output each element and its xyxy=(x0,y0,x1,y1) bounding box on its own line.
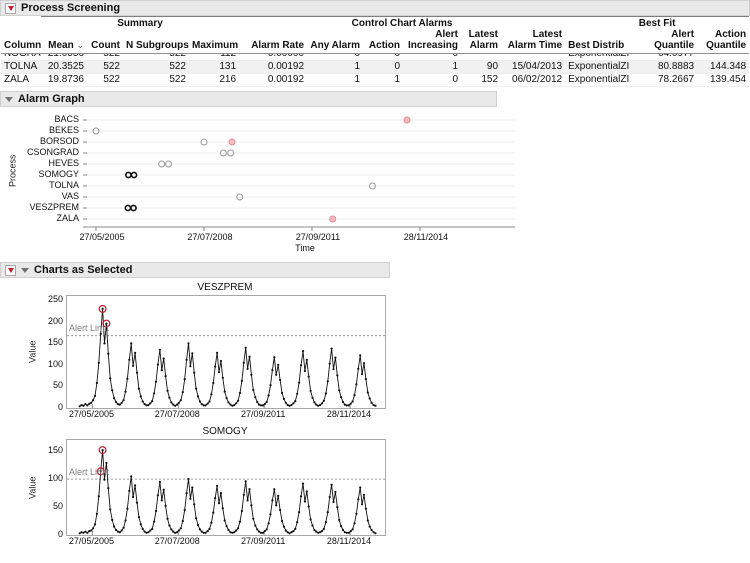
process-screening-header[interactable]: Process Screening xyxy=(0,0,750,16)
column-header-action[interactable]: Action xyxy=(363,29,403,54)
y-axis: 050100150200250 xyxy=(39,295,66,409)
group-header-spacer xyxy=(1,17,41,30)
y-tick-label: 250 xyxy=(48,294,63,304)
charts-as-selected-title: Charts as Selected xyxy=(34,264,132,276)
chart-title: VESZPREM xyxy=(66,282,384,295)
red-triangle-menu-button[interactable] xyxy=(5,265,16,276)
alarm-category-label: CSONGRAD xyxy=(19,147,83,158)
alarm-category-label: BORSOD xyxy=(19,136,83,147)
charts-as-selected-header[interactable]: Charts as Selected xyxy=(0,262,390,278)
alarm-graph-header[interactable]: Alarm Graph xyxy=(0,91,497,107)
column-header-latest-alarm-time[interactable]: Latest Alarm Time xyxy=(501,29,565,54)
alarm-point-alarm[interactable] xyxy=(330,216,336,222)
column-header-mean[interactable]: Mean ⌄ xyxy=(41,29,87,54)
group-header-summary: Summary xyxy=(41,17,239,30)
chart-title: SOMOGY xyxy=(66,426,384,439)
y-tick-label: 200 xyxy=(48,316,63,326)
chart-somogy: SOMOGY Value 050100150 Alert Limit 27/05… xyxy=(26,426,750,549)
x-axis: 27/05/200527/07/200827/09/201128/11/2014 xyxy=(66,409,384,422)
column-header-action-quantile[interactable]: Action Quantile xyxy=(697,29,749,54)
table-row-nograd-clipped[interactable]: NOGRAD 21.0556 522 522 112 0.00000 0 0 0… xyxy=(1,54,749,61)
column-header-any-alarm[interactable]: Any Alarm xyxy=(307,29,363,54)
column-header-latest-alarm[interactable]: Latest Alarm xyxy=(461,29,501,54)
alert-limit-label: Alert Limit xyxy=(69,323,109,333)
table-group-header-row: Summary Control Chart Alarms Best Fit xyxy=(1,17,749,30)
column-header-column[interactable]: Column xyxy=(1,29,41,54)
column-header-alert-increasing[interactable]: Alert Increasing xyxy=(403,29,461,54)
table-row-zala[interactable]: ZALA 19.8736 522 522 216 0.00192 1 1 0 1… xyxy=(1,74,749,87)
x-tick-label: 27/07/2008 xyxy=(147,536,207,546)
group-header-best-fit: Best Fit xyxy=(565,17,749,30)
table-row-tolna[interactable]: TOLNA 20.3525 522 522 131 0.00192 1 0 1 … xyxy=(1,61,749,74)
veszprem-chart-canvas xyxy=(67,296,385,408)
x-tick-label: 27/09/2011 xyxy=(288,232,348,242)
x-tick-label: 27/09/2011 xyxy=(233,409,293,419)
alarm-graph-x-axis: 27/05/200527/07/200827/09/201128/11/2014 xyxy=(89,232,521,243)
series-line xyxy=(80,309,376,406)
process-axis-label: Process xyxy=(6,110,19,232)
alarm-category-label: SOMOGY xyxy=(19,169,83,180)
column-header-n-subgroups[interactable]: N Subgroups xyxy=(123,29,189,54)
alarm-category-label: HEVES xyxy=(19,158,83,169)
alarm-graph-canvas xyxy=(83,110,515,232)
alarm-category-label: BACS xyxy=(19,114,83,125)
x-tick-label: 27/05/2005 xyxy=(61,409,121,419)
alarm-category-label: VESZPREM xyxy=(19,202,83,213)
x-tick-label: 28/11/2014 xyxy=(319,536,379,546)
sort-descending-icon: ⌄ xyxy=(76,40,84,50)
alarm-graph-plot[interactable] xyxy=(83,110,515,232)
x-tick-label: 27/05/2005 xyxy=(61,536,121,546)
series-line xyxy=(80,450,376,533)
x-tick-label: 28/11/2014 xyxy=(319,409,379,419)
column-header-alarm-rate[interactable]: Alarm Rate xyxy=(239,29,307,54)
y-tick-label: 150 xyxy=(48,445,63,455)
x-tick-label: 27/05/2005 xyxy=(72,232,132,242)
alarm-graph: Process BACS BEKES BORSOD CSONGRAD HEVES… xyxy=(6,110,750,256)
alarm-graph-title: Alarm Graph xyxy=(18,93,85,105)
alarm-category-axis: BACS BEKES BORSOD CSONGRAD HEVES SOMOGY … xyxy=(19,110,83,232)
x-tick-label: 27/07/2008 xyxy=(180,232,240,242)
alarm-point-alarm[interactable] xyxy=(404,117,410,123)
x-axis: 27/05/200527/07/200827/09/201128/11/2014 xyxy=(66,536,384,549)
page-title: Process Screening xyxy=(21,2,120,14)
disclosure-triangle-icon[interactable] xyxy=(21,268,29,273)
alarm-category-label: TOLNA xyxy=(19,180,83,191)
x-tick-label: 27/07/2008 xyxy=(147,409,207,419)
somogy-chart-canvas xyxy=(67,440,385,535)
y-axis: 050100150 xyxy=(39,439,66,536)
alarm-category-label: ZALA xyxy=(19,213,83,224)
column-header-maximum[interactable]: Maximum xyxy=(189,29,239,54)
x-tick-label: 27/09/2011 xyxy=(233,536,293,546)
alarm-point-alarm[interactable] xyxy=(229,139,235,145)
chart-veszprem: VESZPREM Value 050100150200250 Alert Lim… xyxy=(26,282,750,422)
y-tick-label: 100 xyxy=(48,473,63,483)
y-tick-label: 150 xyxy=(48,337,63,347)
red-triangle-menu-button[interactable] xyxy=(5,3,16,14)
alarm-category-label: BEKES xyxy=(19,125,83,136)
value-axis-label: Value xyxy=(26,295,39,409)
group-header-control-chart-alarms: Control Chart Alarms xyxy=(239,17,565,30)
veszprem-chart-plot[interactable]: Alert Limit xyxy=(66,295,386,409)
y-tick-label: 50 xyxy=(53,501,63,511)
time-axis-label: Time xyxy=(89,243,521,256)
somogy-chart-plot[interactable]: Alert Limit xyxy=(66,439,386,536)
column-header-alert-quantile[interactable]: Alert Quantile xyxy=(645,29,697,54)
process-screening-window: { "header": { "title": "Process Screenin… xyxy=(0,0,750,563)
value-axis-label: Value xyxy=(26,439,39,536)
x-tick-label: 28/11/2014 xyxy=(396,232,456,242)
column-header-count[interactable]: Count xyxy=(87,29,123,54)
disclosure-triangle-icon[interactable] xyxy=(5,97,13,102)
y-tick-label: 50 xyxy=(53,380,63,390)
column-header-best-distrib[interactable]: Best Distrib xyxy=(565,29,645,54)
alarm-category-label: VAS xyxy=(19,191,83,202)
red-triangle-icon xyxy=(8,268,14,273)
alert-limit-label: Alert Limit xyxy=(69,467,109,477)
table-column-header-row: Column Mean ⌄ Count N Subgroups Maximum … xyxy=(1,29,749,54)
red-triangle-icon xyxy=(8,6,14,11)
process-table[interactable]: Summary Control Chart Alarms Best Fit Co… xyxy=(1,16,749,87)
y-tick-label: 100 xyxy=(48,359,63,369)
